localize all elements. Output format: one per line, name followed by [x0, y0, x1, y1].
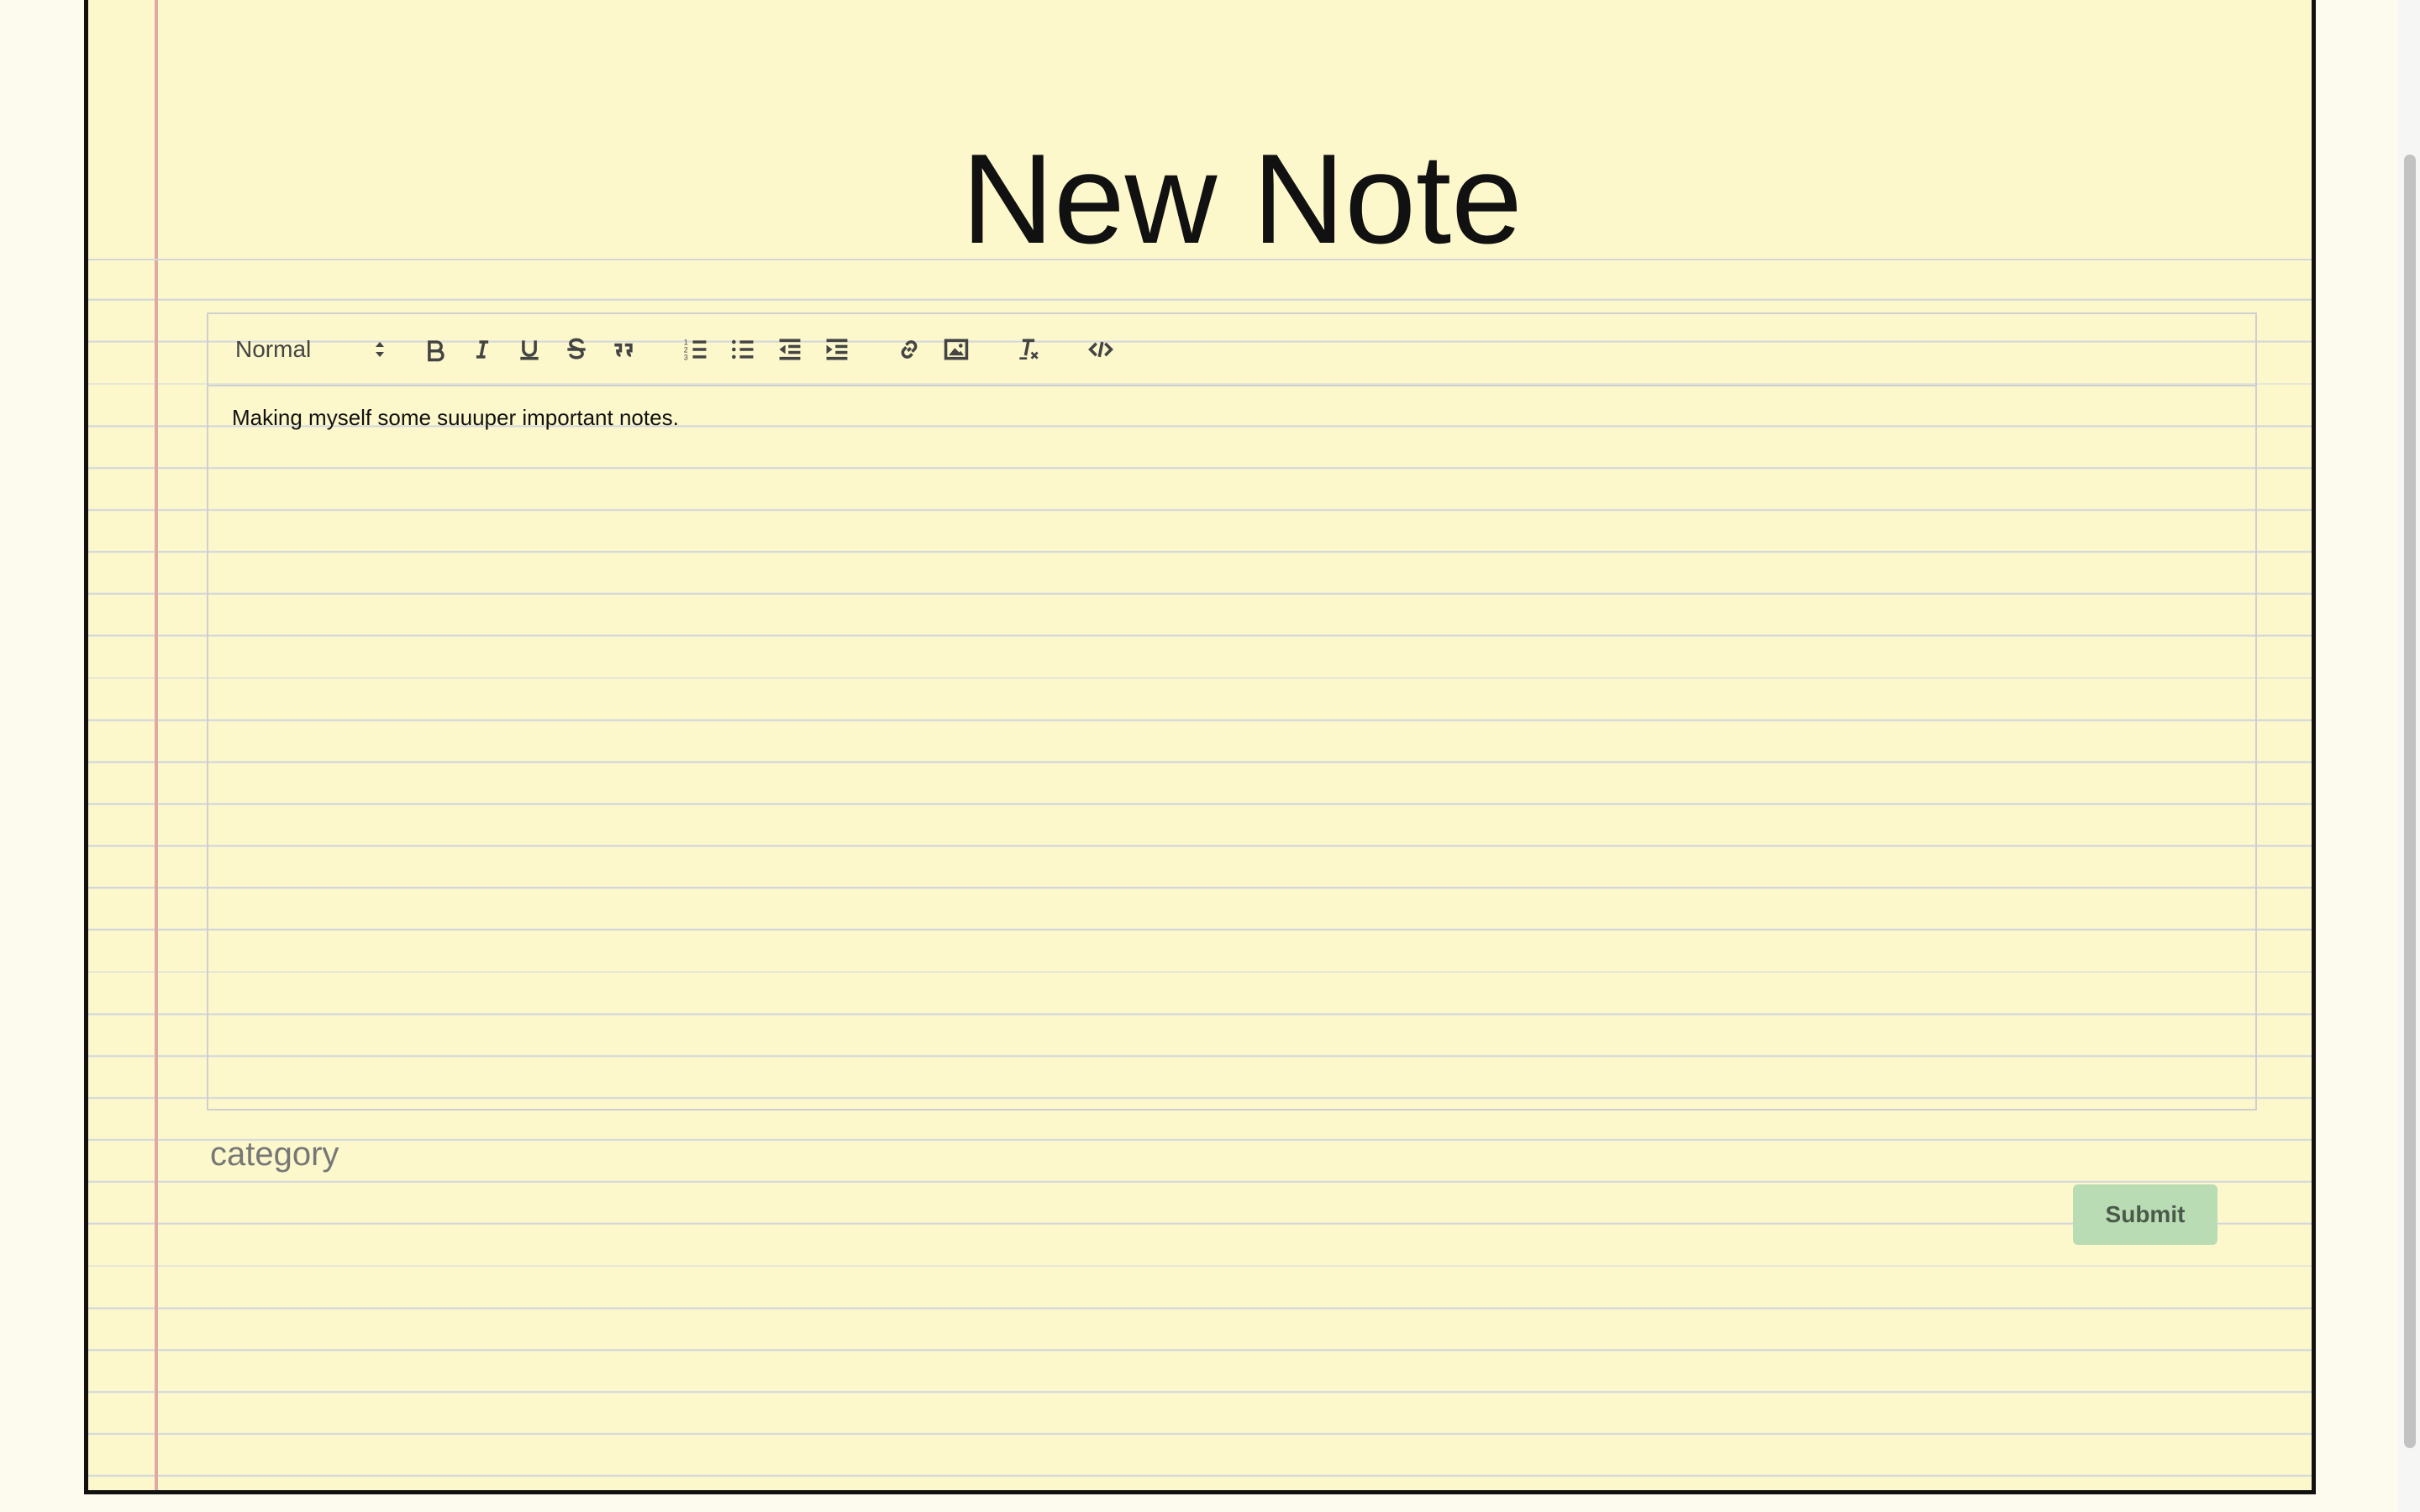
bold-icon — [428, 340, 445, 362]
bullet-list-icon — [732, 339, 754, 360]
clear-format-button[interactable] — [1005, 328, 1052, 370]
toolbar-group-formatting — [412, 328, 647, 370]
header-format-value: Normal — [235, 336, 312, 362]
outdent-icon — [779, 339, 801, 360]
toolbar-group-lists: 1 2 3 — [672, 328, 860, 370]
editor-paragraph: Making myself some suuuper important not… — [232, 405, 679, 430]
code-block-button[interactable] — [1077, 328, 1124, 370]
editor-content[interactable]: Making myself some suuuper important not… — [208, 386, 2255, 449]
bold-button[interactable] — [412, 328, 459, 370]
toolbar-group-clean — [1005, 328, 1052, 370]
code-icon — [1088, 341, 1113, 358]
page-title: New Note — [961, 128, 1523, 270]
ordered-list-icon: 1 2 3 — [684, 339, 707, 361]
blockquote-button[interactable] — [600, 328, 647, 370]
toolbar-group-code — [1077, 328, 1124, 370]
blockquote-icon — [614, 343, 633, 357]
ordered-list-button[interactable]: 1 2 3 — [672, 328, 719, 370]
underline-icon — [520, 340, 539, 360]
svg-text:3: 3 — [684, 353, 688, 361]
bullet-list-button[interactable] — [719, 328, 766, 370]
link-button[interactable] — [886, 328, 933, 370]
clear-format-icon — [1019, 339, 1039, 360]
title-divider — [88, 259, 2312, 260]
italic-icon — [476, 340, 489, 359]
strikethrough-icon — [567, 338, 586, 360]
category-input[interactable]: category — [210, 1136, 339, 1173]
image-button[interactable] — [933, 328, 980, 370]
image-icon — [944, 339, 969, 360]
submit-button[interactable]: Submit — [2073, 1184, 2217, 1245]
indent-button[interactable] — [813, 328, 860, 370]
underline-button[interactable] — [506, 328, 553, 370]
toolbar-group-media — [886, 328, 980, 370]
outdent-button[interactable] — [766, 328, 813, 370]
indent-icon — [826, 339, 848, 360]
header-format-select[interactable]: Normal — [235, 328, 387, 370]
note-paper: New Note Normal 1 2 3 Making myself some… — [84, 0, 2316, 1494]
scrollbar-thumb[interactable] — [2404, 155, 2416, 1448]
select-caret-icon — [376, 342, 384, 357]
italic-button[interactable] — [459, 328, 506, 370]
rich-text-editor[interactable]: Normal 1 2 3 Making myself some suuuper … — [207, 312, 2257, 1110]
page-scrollbar[interactable] — [2398, 0, 2420, 1512]
editor-toolbar: Normal 1 2 3 — [208, 314, 2255, 386]
link-icon — [901, 340, 918, 359]
strike-button[interactable] — [553, 328, 600, 370]
